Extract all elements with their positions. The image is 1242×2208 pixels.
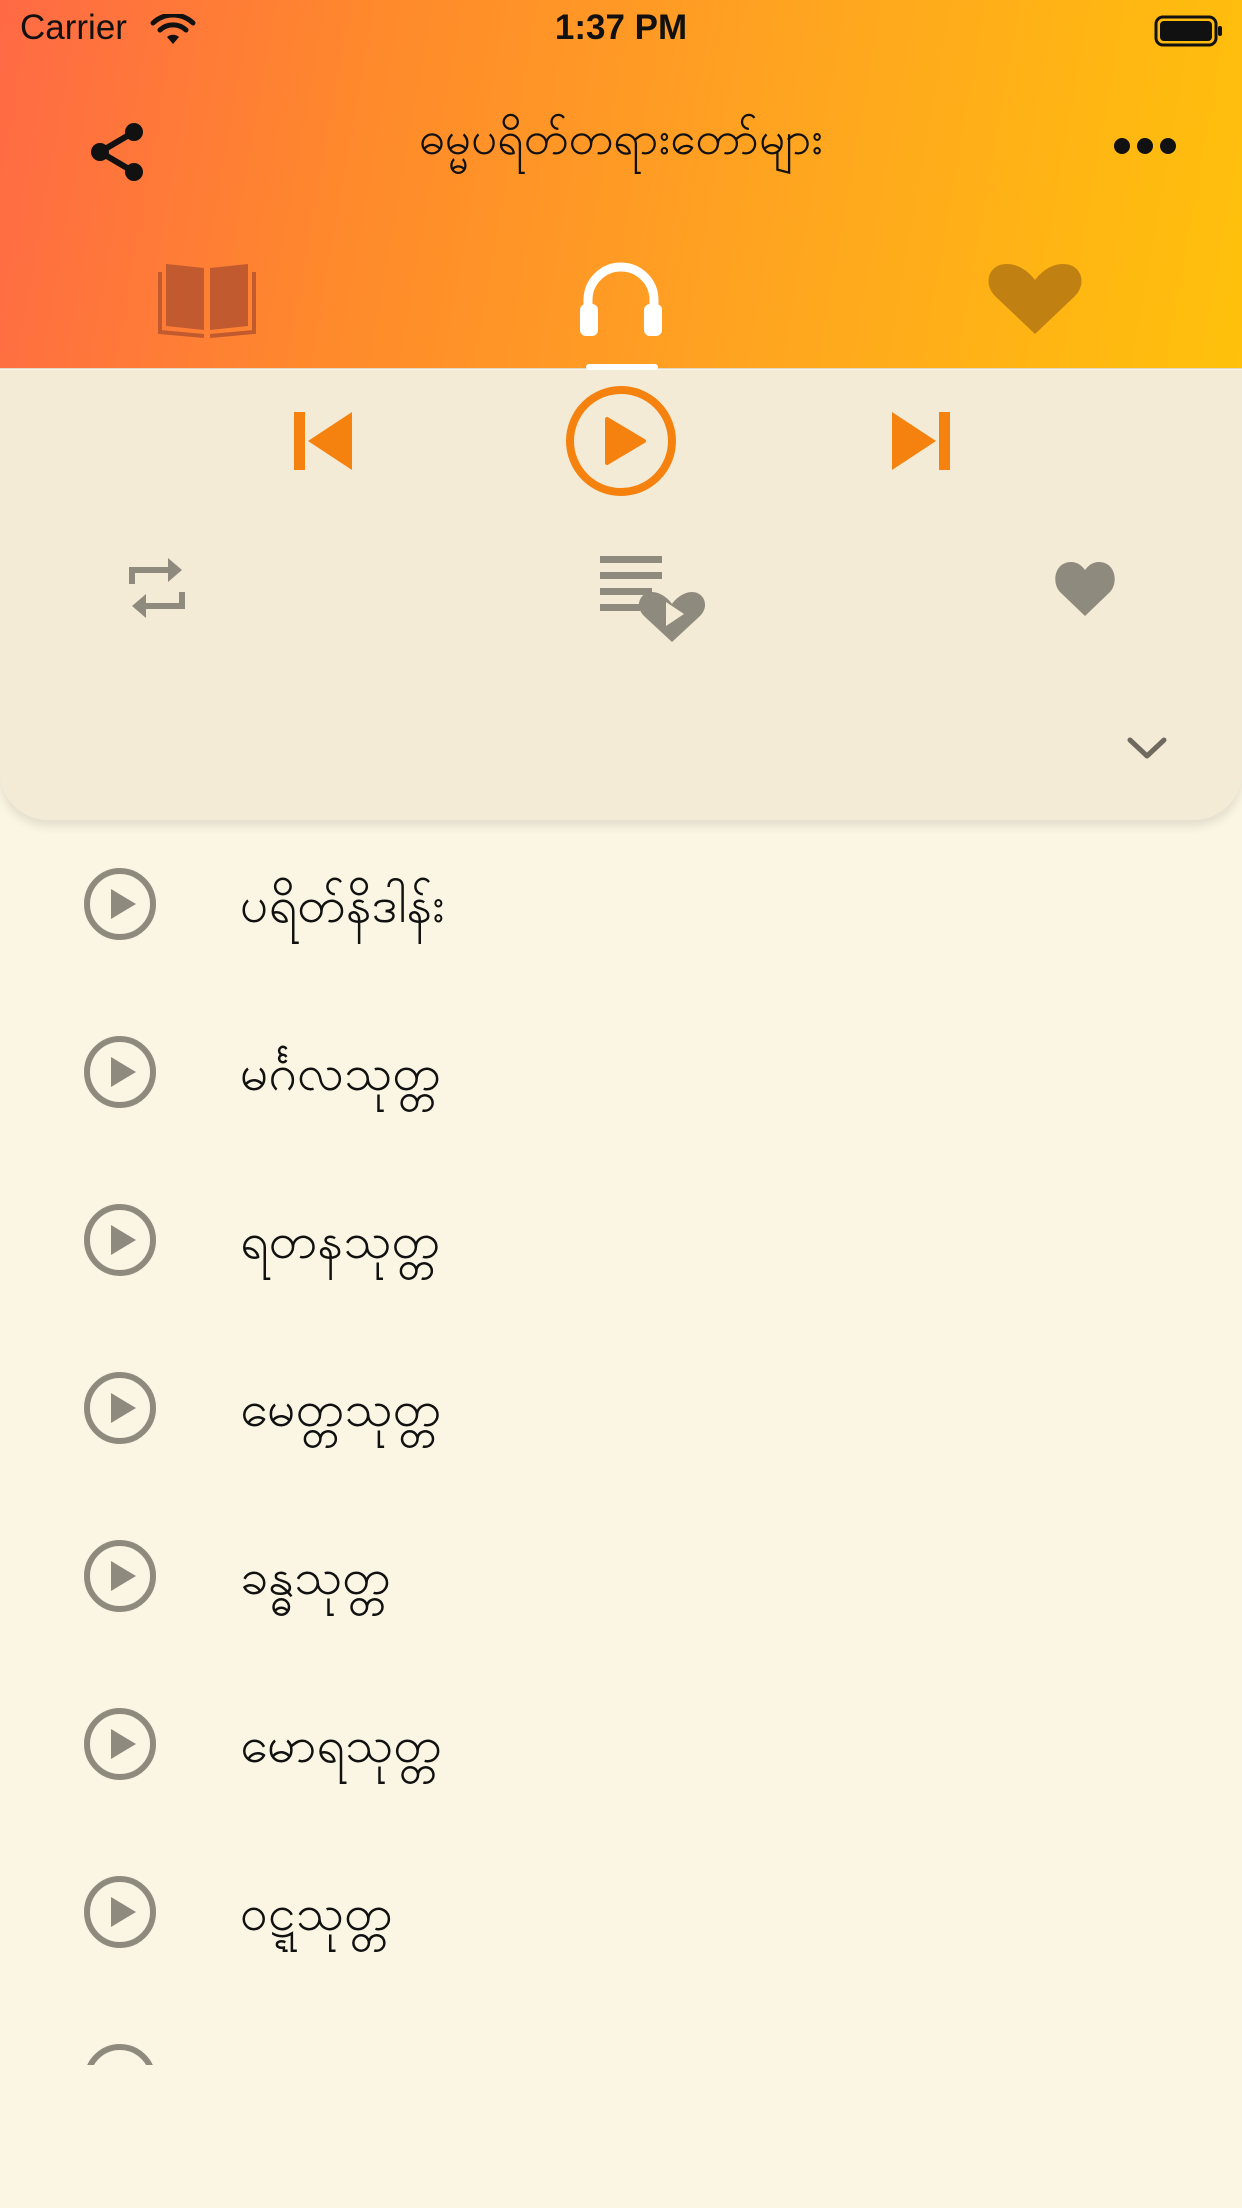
play-circle-icon[interactable]: [82, 2042, 158, 2065]
play-circle-icon[interactable]: [82, 866, 158, 942]
status-bar: Carrier 1:37 PM: [0, 0, 1242, 60]
list-item[interactable]: မောရသုတ္တ: [0, 1660, 1242, 1828]
list-item[interactable]: ရတနသုတ္တ: [0, 1156, 1242, 1324]
play-circle-icon[interactable]: [82, 1538, 158, 1614]
list-item[interactable]: ဝဋ္ဋသုတ္တ: [0, 1828, 1242, 1996]
next-icon: [892, 412, 950, 470]
tab-audio[interactable]: [566, 258, 676, 338]
battery-icon: [1154, 15, 1222, 47]
list-item[interactable]: မေတ္တသုတ္တ: [0, 1324, 1242, 1492]
chevron-down-icon: [1127, 737, 1167, 759]
app-header: Carrier 1:37 PM ဓမ္မပရိတ်တရားတော်များ: [0, 0, 1242, 370]
list-item[interactable]: ခန္ဓသုတ္တ: [0, 1492, 1242, 1660]
play-circle-icon[interactable]: [82, 1874, 158, 1950]
more-icon[interactable]: [1112, 134, 1178, 158]
like-button[interactable]: [1052, 554, 1118, 620]
heart-icon: [1055, 562, 1115, 616]
play-circle-icon[interactable]: [82, 1034, 158, 1110]
status-time: 1:37 PM: [554, 8, 688, 47]
headphones-icon: [580, 262, 662, 336]
track-list: ပရိတ်နိဒါန်း မင်္ဂလသုတ္တ ရတနသုတ္တ မေတ္တသ…: [0, 820, 1242, 2065]
play-circle-icon[interactable]: [82, 1706, 158, 1782]
track-title: ပရိတ်နိဒါန်း: [240, 876, 446, 934]
play-button[interactable]: [564, 384, 678, 498]
tab-book[interactable]: [152, 258, 262, 338]
tab-favorites[interactable]: [980, 258, 1090, 338]
next-button[interactable]: [886, 406, 956, 476]
track-title: ဝဋ္ဋသုတ္တ: [240, 1884, 393, 1942]
list-item[interactable]: ပရိတ်နိဒါန်း: [0, 820, 1242, 988]
list-item[interactable]: မင်္ဂလသုတ္တ: [0, 988, 1242, 1156]
track-title: ခန္ဓသုတ္တ: [240, 1548, 391, 1606]
collapse-button[interactable]: [1124, 730, 1170, 766]
repeat-icon: [129, 558, 185, 618]
track-title: ရတနသုတ္တ: [240, 1212, 441, 1270]
previous-icon: [294, 412, 352, 470]
share-icon[interactable]: [86, 120, 150, 184]
playlist-button[interactable]: [596, 548, 706, 648]
playlist-heart-icon: [600, 556, 706, 642]
play-icon: [566, 386, 676, 496]
previous-button[interactable]: [288, 406, 358, 476]
track-title: မင်္ဂလသုတ္တ: [240, 1044, 442, 1102]
play-circle-icon[interactable]: [82, 1370, 158, 1446]
list-item[interactable]: [0, 1996, 1242, 2065]
page-title: ဓမ္မပရိတ်တရားတော်များ: [418, 111, 824, 165]
book-icon: [158, 264, 256, 338]
repeat-button[interactable]: [124, 548, 190, 628]
heart-icon: [988, 264, 1082, 334]
track-title: မေတ္တသုတ္တ: [240, 1380, 442, 1438]
play-circle-icon[interactable]: [82, 1202, 158, 1278]
track-title: မောရသုတ္တ: [240, 1716, 443, 1774]
